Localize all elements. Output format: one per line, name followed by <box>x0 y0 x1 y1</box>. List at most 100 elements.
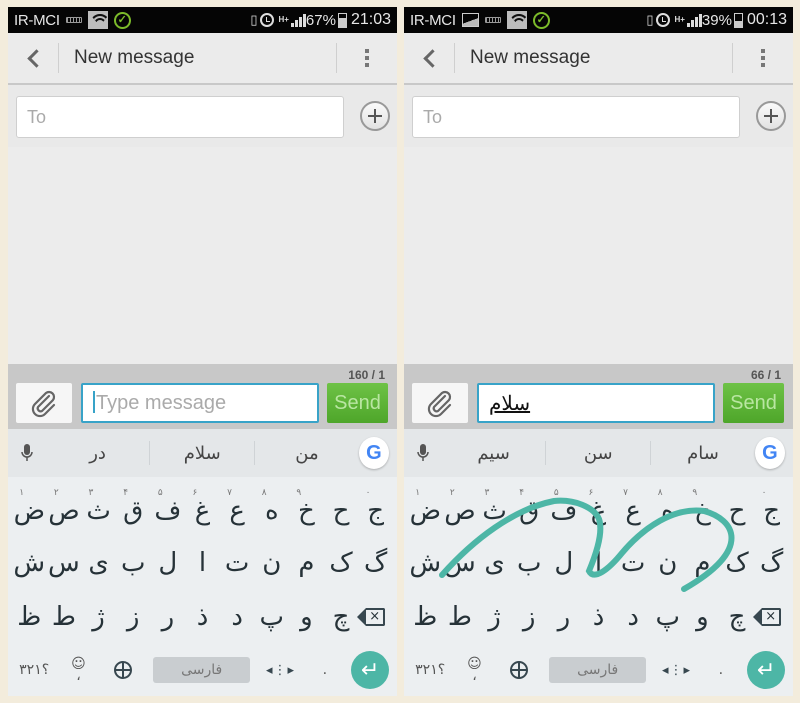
enter-key[interactable]: ↵ <box>747 651 786 689</box>
letter-key[interactable]: ف۵ <box>151 485 186 537</box>
message-input[interactable]: Type message <box>81 383 319 423</box>
voice-input-button[interactable] <box>8 443 46 463</box>
suggestion-item[interactable]: سلام <box>150 443 254 464</box>
letter-key[interactable]: ط <box>443 591 478 643</box>
google-search-button[interactable]: G <box>754 437 785 469</box>
suggestion-item[interactable]: من <box>255 443 359 464</box>
enter-key[interactable]: ↵ <box>351 651 390 689</box>
recipient-input[interactable]: To <box>412 96 740 138</box>
letter-key[interactable]: ک <box>324 537 359 589</box>
more-options-button[interactable] <box>733 32 793 84</box>
google-search-button[interactable]: G <box>358 437 389 469</box>
letter-key[interactable]: ش <box>408 537 443 589</box>
period-key[interactable]: . <box>699 662 743 678</box>
suggestion-item[interactable]: سن <box>546 443 650 464</box>
letter-key[interactable]: پ <box>650 591 685 643</box>
add-recipient-button[interactable] <box>756 101 786 131</box>
letter-key[interactable]: ا <box>185 537 220 589</box>
period-key[interactable]: . <box>303 662 347 678</box>
letter-key[interactable]: ف۵ <box>547 485 582 537</box>
letter-key[interactable]: ژ <box>81 591 116 643</box>
letter-key[interactable]: ث۳ <box>477 485 512 537</box>
letter-key[interactable]: د <box>220 591 255 643</box>
letter-key[interactable]: چ <box>324 591 359 643</box>
letter-key[interactable]: ع۷ <box>616 485 651 537</box>
back-button[interactable] <box>8 32 58 84</box>
letter-key[interactable]: ر <box>151 591 186 643</box>
letter-key[interactable]: ج۰ <box>358 485 393 537</box>
attach-button[interactable] <box>16 383 72 423</box>
letter-key[interactable]: ل <box>547 537 582 589</box>
backspace-key[interactable]: × <box>753 591 789 643</box>
letter-key[interactable]: ث۳ <box>81 485 116 537</box>
letter-key[interactable]: س <box>443 537 478 589</box>
backspace-key[interactable]: × <box>357 591 393 643</box>
letter-key[interactable]: و <box>685 591 720 643</box>
letter-key[interactable]: ظ <box>12 591 47 643</box>
language-switch-key[interactable] <box>497 661 541 679</box>
letter-key[interactable]: ا <box>581 537 616 589</box>
letter-key[interactable]: غ۶ <box>581 485 616 537</box>
letter-key[interactable]: ع۷ <box>220 485 255 537</box>
letter-key[interactable]: خ۹ <box>289 485 324 537</box>
send-button[interactable]: Send <box>327 383 388 423</box>
space-bar[interactable]: فارسی <box>548 657 647 683</box>
voice-input-button[interactable] <box>404 443 442 463</box>
letter-key[interactable]: ق۴ <box>512 485 547 537</box>
letter-key[interactable]: م <box>289 537 324 589</box>
attach-button[interactable] <box>412 383 468 423</box>
letter-key[interactable]: ی <box>477 537 512 589</box>
letter-key[interactable]: س <box>47 537 82 589</box>
letter-key[interactable]: ل <box>151 537 186 589</box>
letter-key[interactable]: م <box>685 537 720 589</box>
letter-key[interactable]: گ <box>358 537 393 589</box>
letter-key[interactable]: ش <box>12 537 47 589</box>
suggestion-item[interactable]: در <box>46 443 150 464</box>
language-switch-key[interactable] <box>101 661 145 679</box>
letter-key[interactable]: خ۹ <box>685 485 720 537</box>
letter-key[interactable]: ذ <box>581 591 616 643</box>
letter-key[interactable]: ت <box>616 537 651 589</box>
letter-key[interactable]: ک <box>720 537 755 589</box>
letter-key[interactable]: ح <box>720 485 755 537</box>
letter-key[interactable]: ن <box>650 537 685 589</box>
letter-key[interactable]: چ <box>720 591 755 643</box>
space-bar[interactable]: فارسی <box>152 657 251 683</box>
letter-key[interactable]: ر <box>547 591 582 643</box>
letter-key[interactable]: ص۲ <box>443 485 478 537</box>
more-options-button[interactable] <box>337 32 397 84</box>
back-button[interactable] <box>404 32 454 84</box>
emoji-key[interactable]: ☺ ، <box>452 657 496 683</box>
letter-key[interactable]: ب <box>512 537 547 589</box>
letter-key[interactable]: ز <box>116 591 151 643</box>
letter-key[interactable]: د <box>616 591 651 643</box>
cursor-control-key[interactable]: ◂⋮▸ <box>258 663 302 678</box>
letter-key[interactable]: و <box>289 591 324 643</box>
letter-key[interactable]: پ <box>254 591 289 643</box>
cursor-control-key[interactable]: ◂⋮▸ <box>654 663 698 678</box>
message-input[interactable]: سلام <box>477 383 715 423</box>
letter-key[interactable]: ز <box>512 591 547 643</box>
letter-key[interactable]: ج۰ <box>754 485 789 537</box>
letter-key[interactable]: ن <box>254 537 289 589</box>
letter-key[interactable]: گ <box>754 537 789 589</box>
letter-key[interactable]: ه۸ <box>650 485 685 537</box>
letter-key[interactable]: ه۸ <box>254 485 289 537</box>
letter-key[interactable]: ت <box>220 537 255 589</box>
letter-key[interactable]: ق۴ <box>116 485 151 537</box>
letter-key[interactable]: ض۱ <box>408 485 443 537</box>
add-recipient-button[interactable] <box>360 101 390 131</box>
emoji-key[interactable]: ☺ ، <box>56 657 100 683</box>
recipient-input[interactable]: To <box>16 96 344 138</box>
letter-key[interactable]: ص۲ <box>47 485 82 537</box>
letter-key[interactable]: غ۶ <box>185 485 220 537</box>
letter-key[interactable]: ی <box>81 537 116 589</box>
letter-key[interactable]: ظ <box>408 591 443 643</box>
letter-key[interactable]: ح <box>324 485 359 537</box>
send-button[interactable]: Send <box>723 383 784 423</box>
letter-key[interactable]: ط <box>47 591 82 643</box>
suggestion-item[interactable]: سیم <box>442 443 546 464</box>
letter-key[interactable]: ب <box>116 537 151 589</box>
suggestion-item[interactable]: سام <box>651 443 755 464</box>
letter-key[interactable]: ض۱ <box>12 485 47 537</box>
